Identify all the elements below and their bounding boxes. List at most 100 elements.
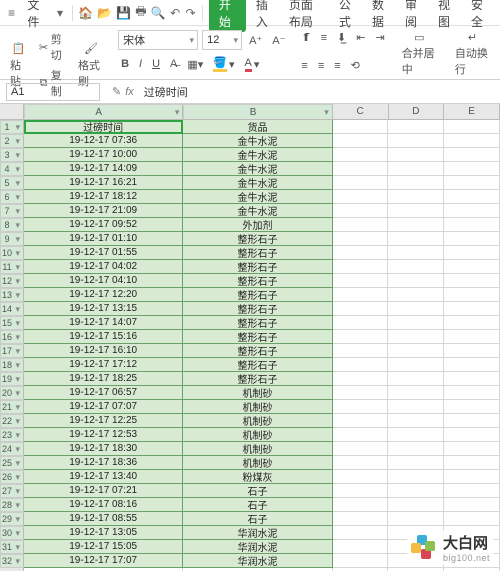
- cell[interactable]: 金牛水泥: [183, 204, 332, 218]
- cell[interactable]: [444, 204, 500, 218]
- row-header[interactable]: 15: [0, 316, 24, 330]
- cell[interactable]: 19-12-17 08:16: [24, 498, 183, 512]
- cell[interactable]: [444, 148, 500, 162]
- cell[interactable]: [333, 162, 389, 176]
- italic-button[interactable]: I: [136, 57, 145, 71]
- row-header[interactable]: 23: [0, 428, 24, 442]
- cell[interactable]: [388, 372, 444, 386]
- tab-data[interactable]: 数据: [366, 0, 395, 32]
- row-header[interactable]: 17: [0, 344, 24, 358]
- cell[interactable]: 19-12-17 18:25: [24, 372, 183, 386]
- cell[interactable]: 19-12-17 08:55: [24, 512, 183, 526]
- cell[interactable]: [333, 302, 389, 316]
- undo-icon[interactable]: ↶: [170, 5, 181, 21]
- open-icon[interactable]: 📂: [97, 5, 112, 21]
- cell[interactable]: [444, 512, 500, 526]
- cell[interactable]: [444, 162, 500, 176]
- cell[interactable]: [333, 246, 389, 260]
- col-header-e[interactable]: E: [444, 104, 500, 120]
- cell[interactable]: [444, 400, 500, 414]
- cell[interactable]: 石子: [183, 498, 332, 512]
- font-name-select[interactable]: 宋体: [118, 30, 198, 50]
- cell[interactable]: 金牛水泥: [183, 162, 332, 176]
- cell[interactable]: 整形石子: [183, 344, 332, 358]
- cell[interactable]: 华润水泥: [183, 526, 332, 540]
- fill-color-button[interactable]: 🪣▾: [210, 55, 237, 73]
- cell[interactable]: [333, 134, 389, 148]
- cell[interactable]: [388, 400, 444, 414]
- cell[interactable]: 19-12-17 12:53: [24, 428, 183, 442]
- cell[interactable]: [388, 456, 444, 470]
- cell[interactable]: [388, 330, 444, 344]
- row-header[interactable]: 24: [0, 442, 24, 456]
- align-bottom-button[interactable]: ⬇̲: [334, 30, 349, 45]
- row-header[interactable]: 10: [0, 246, 24, 260]
- cell[interactable]: [333, 190, 389, 204]
- fx-label[interactable]: fx: [125, 86, 134, 98]
- cell[interactable]: [444, 176, 500, 190]
- underline-button[interactable]: U: [149, 57, 163, 71]
- cell[interactable]: [388, 218, 444, 232]
- row-header[interactable]: 2: [0, 134, 24, 148]
- cell[interactable]: [333, 288, 389, 302]
- cell[interactable]: [444, 498, 500, 512]
- cell[interactable]: [444, 274, 500, 288]
- cell[interactable]: [444, 456, 500, 470]
- cell[interactable]: 机制砂: [183, 442, 332, 456]
- cell[interactable]: 整形石子: [183, 330, 332, 344]
- cell[interactable]: 19-12-17 12:20: [24, 288, 183, 302]
- row-header[interactable]: 16: [0, 330, 24, 344]
- cell[interactable]: [444, 442, 500, 456]
- cell[interactable]: 机制砂: [183, 456, 332, 470]
- cell[interactable]: [388, 302, 444, 316]
- print-icon[interactable]: 🖶: [135, 5, 146, 21]
- home-icon[interactable]: 🏠: [78, 5, 93, 21]
- row-header[interactable]: 29: [0, 512, 24, 526]
- cell[interactable]: [333, 176, 389, 190]
- cell[interactable]: [444, 218, 500, 232]
- cell[interactable]: [333, 330, 389, 344]
- cell[interactable]: 19-12-17 16:10: [24, 344, 183, 358]
- cell[interactable]: 19-12-17 07:21: [24, 484, 183, 498]
- cell[interactable]: 华润水泥: [183, 540, 332, 554]
- align-center-button[interactable]: ≡: [315, 59, 327, 73]
- formula-input[interactable]: 过磅时间: [140, 84, 500, 100]
- cell[interactable]: [444, 484, 500, 498]
- cell[interactable]: 过磅时间: [24, 120, 183, 134]
- cell[interactable]: 整形石子: [183, 274, 332, 288]
- cell[interactable]: [444, 246, 500, 260]
- cell[interactable]: 19-12-17 18:12: [24, 190, 183, 204]
- cell[interactable]: [388, 190, 444, 204]
- border-button[interactable]: ▦▾: [184, 57, 206, 72]
- row-header[interactable]: 32: [0, 554, 24, 568]
- cell[interactable]: [444, 190, 500, 204]
- cell[interactable]: 整形石子: [183, 372, 332, 386]
- menu-dropdown-icon[interactable]: ▾: [54, 5, 65, 21]
- cell[interactable]: 19-12-17 17:12: [24, 358, 183, 372]
- row-header[interactable]: 25: [0, 456, 24, 470]
- cell[interactable]: 整形石子: [183, 302, 332, 316]
- bold-button[interactable]: B: [118, 57, 132, 71]
- align-middle-button[interactable]: ≡: [318, 31, 330, 45]
- cell[interactable]: [388, 176, 444, 190]
- cell[interactable]: 整形石子: [183, 232, 332, 246]
- cell[interactable]: [333, 428, 389, 442]
- col-header-b[interactable]: B: [183, 104, 332, 120]
- cell[interactable]: 机制砂: [183, 428, 332, 442]
- cell[interactable]: [388, 470, 444, 484]
- row-header[interactable]: 14: [0, 302, 24, 316]
- select-all-corner[interactable]: [0, 104, 24, 120]
- cell[interactable]: [388, 512, 444, 526]
- cell[interactable]: [388, 134, 444, 148]
- cell[interactable]: [444, 316, 500, 330]
- cell[interactable]: [388, 120, 444, 134]
- decrease-font-button[interactable]: A⁻: [269, 33, 288, 48]
- row-header[interactable]: 6: [0, 190, 24, 204]
- cell[interactable]: [333, 218, 389, 232]
- cell[interactable]: [388, 162, 444, 176]
- cell[interactable]: 粉煤灰: [183, 470, 332, 484]
- cell[interactable]: 19-12-17 04:02: [24, 260, 183, 274]
- cell[interactable]: 19-12-17 16:21: [24, 176, 183, 190]
- cell[interactable]: 19-12-17 01:55: [24, 246, 183, 260]
- increase-font-button[interactable]: A⁺: [246, 33, 265, 48]
